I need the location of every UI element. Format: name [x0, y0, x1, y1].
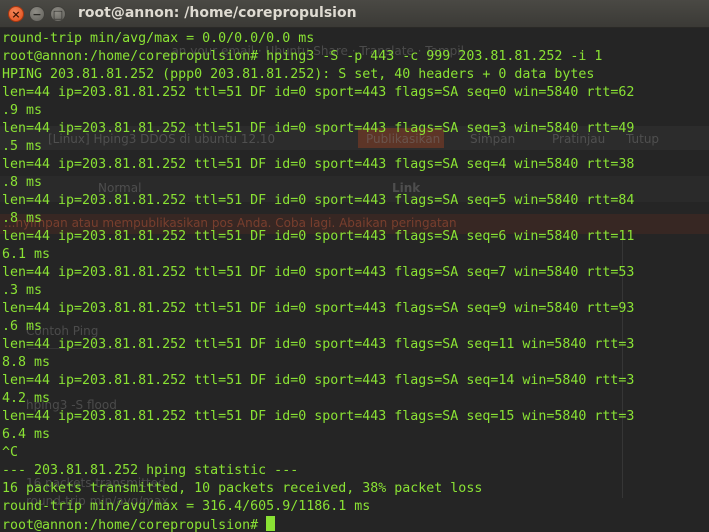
- terminal-line: ^C: [2, 445, 19, 460]
- terminal-line: len=44 ip=203.81.81.252 ttl=51 DF id=0 s…: [2, 157, 635, 172]
- terminal-line: .8 ms: [2, 175, 43, 190]
- terminal-line: len=44 ip=203.81.81.252 ttl=51 DF id=0 s…: [2, 265, 635, 280]
- terminal-line: 16 packets transmitted, 10 packets recei…: [2, 481, 483, 496]
- terminal-output: round-trip min/avg/max = 0.0/0.0/0.0 ms …: [2, 30, 709, 532]
- terminal-cursor: [266, 516, 276, 531]
- terminal-line: len=44 ip=203.81.81.252 ttl=51 DF id=0 s…: [2, 85, 635, 100]
- close-button[interactable]: ×: [8, 6, 24, 22]
- terminal-window: × − □ root@annon: /home/corepropulsion .…: [0, 0, 709, 532]
- terminal-area[interactable]: ...an your email · Ubuntu Share · Transl…: [0, 28, 709, 532]
- terminal-line: HPING 203.81.81.252 (ppp0 203.81.81.252)…: [2, 67, 595, 82]
- terminal-line: .5 ms: [2, 139, 43, 154]
- terminal-line: 4.2 ms: [2, 391, 51, 406]
- terminal-line: len=44 ip=203.81.81.252 ttl=51 DF id=0 s…: [2, 409, 635, 424]
- terminal-line: .9 ms: [2, 103, 43, 118]
- terminal-line: --- 203.81.81.252 hping statistic ---: [2, 463, 299, 478]
- terminal-line: len=44 ip=203.81.81.252 ttl=51 DF id=0 s…: [2, 229, 635, 244]
- terminal-line: 6.4 ms: [2, 427, 51, 442]
- terminal-line: len=44 ip=203.81.81.252 ttl=51 DF id=0 s…: [2, 193, 635, 208]
- title-bar[interactable]: × − □ root@annon: /home/corepropulsion: [0, 0, 709, 28]
- terminal-line: .8 ms: [2, 211, 43, 226]
- close-icon: ×: [11, 8, 21, 21]
- terminal-line: len=44 ip=203.81.81.252 ttl=51 DF id=0 s…: [2, 337, 635, 352]
- terminal-prompt-line[interactable]: root@annon:/home/corepropulsion#: [2, 516, 709, 532]
- terminal-line: len=44 ip=203.81.81.252 ttl=51 DF id=0 s…: [2, 301, 635, 316]
- terminal-line: len=44 ip=203.81.81.252 ttl=51 DF id=0 s…: [2, 121, 635, 136]
- maximize-button[interactable]: □: [50, 6, 66, 22]
- minimize-button[interactable]: −: [29, 6, 45, 22]
- minimize-icon: −: [32, 8, 42, 21]
- terminal-line: root@annon:/home/corepropulsion# hping3 …: [2, 49, 603, 64]
- maximize-icon: □: [52, 8, 64, 21]
- terminal-line: .3 ms: [2, 283, 43, 298]
- terminal-line: round-trip min/avg/max = 0.0/0.0/0.0 ms: [2, 31, 315, 46]
- terminal-line: 8.8 ms: [2, 355, 51, 370]
- terminal-prompt: root@annon:/home/corepropulsion#: [2, 518, 267, 532]
- window-title: root@annon: /home/corepropulsion: [78, 5, 357, 21]
- terminal-line: .6 ms: [2, 319, 43, 334]
- terminal-line: round-trip min/avg/max = 316.4/605.9/118…: [2, 499, 371, 514]
- terminal-line: 6.1 ms: [2, 247, 51, 262]
- terminal-line: len=44 ip=203.81.81.252 ttl=51 DF id=0 s…: [2, 373, 635, 388]
